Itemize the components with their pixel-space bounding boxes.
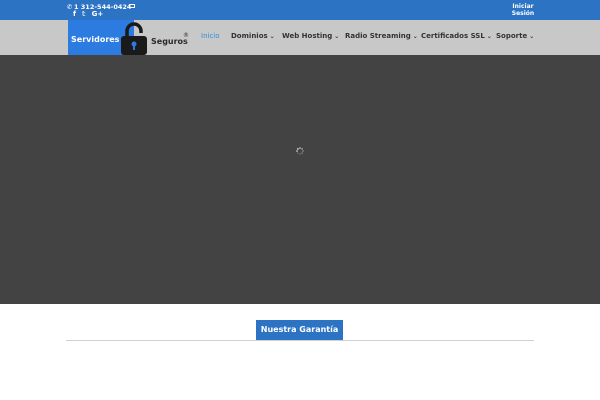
chevron-down-icon: ⌄ <box>334 33 340 40</box>
logo-text-left: Servidores <box>71 35 120 44</box>
twitter-icon[interactable]: 𝕥 <box>82 10 86 18</box>
loading-spinner-icon <box>296 147 304 155</box>
chevron-down-icon: ⌄ <box>412 33 418 40</box>
section-divider <box>66 340 534 341</box>
section-title: Nuestra Garantía <box>256 320 343 340</box>
nav-item-radio-streaming[interactable]: Radio Streaming ⌄ <box>345 32 418 40</box>
chevron-down-icon: ⌄ <box>486 33 492 40</box>
login-link[interactable]: Iniciar Sesión <box>505 3 541 17</box>
social-links: f 𝕥 G+ <box>73 10 109 19</box>
padlock-icon <box>121 22 147 55</box>
chevron-down-icon: ⌄ <box>269 33 275 40</box>
top-info-bar: ✆ 1 312-544-0424 f 𝕥 G+ Iniciar Sesión <box>0 0 600 20</box>
nav-item-inicio[interactable]: Inicio <box>201 32 220 40</box>
nav-item-certificados-ssl[interactable]: Certificados SSL ⌄ <box>421 32 492 40</box>
hero-slider <box>0 55 600 304</box>
nav-item-dominios[interactable]: Dominios ⌄ <box>231 32 275 40</box>
nav-item-soporte[interactable]: Soporte ⌄ <box>496 32 534 40</box>
registered-mark: ® <box>183 32 189 39</box>
chevron-down-icon: ⌄ <box>529 33 535 40</box>
facebook-icon[interactable]: f <box>73 10 76 18</box>
email-icon[interactable] <box>129 4 135 8</box>
nav-item-web-hosting[interactable]: Web Hosting ⌄ <box>282 32 339 40</box>
google-plus-icon[interactable]: G+ <box>92 10 104 18</box>
